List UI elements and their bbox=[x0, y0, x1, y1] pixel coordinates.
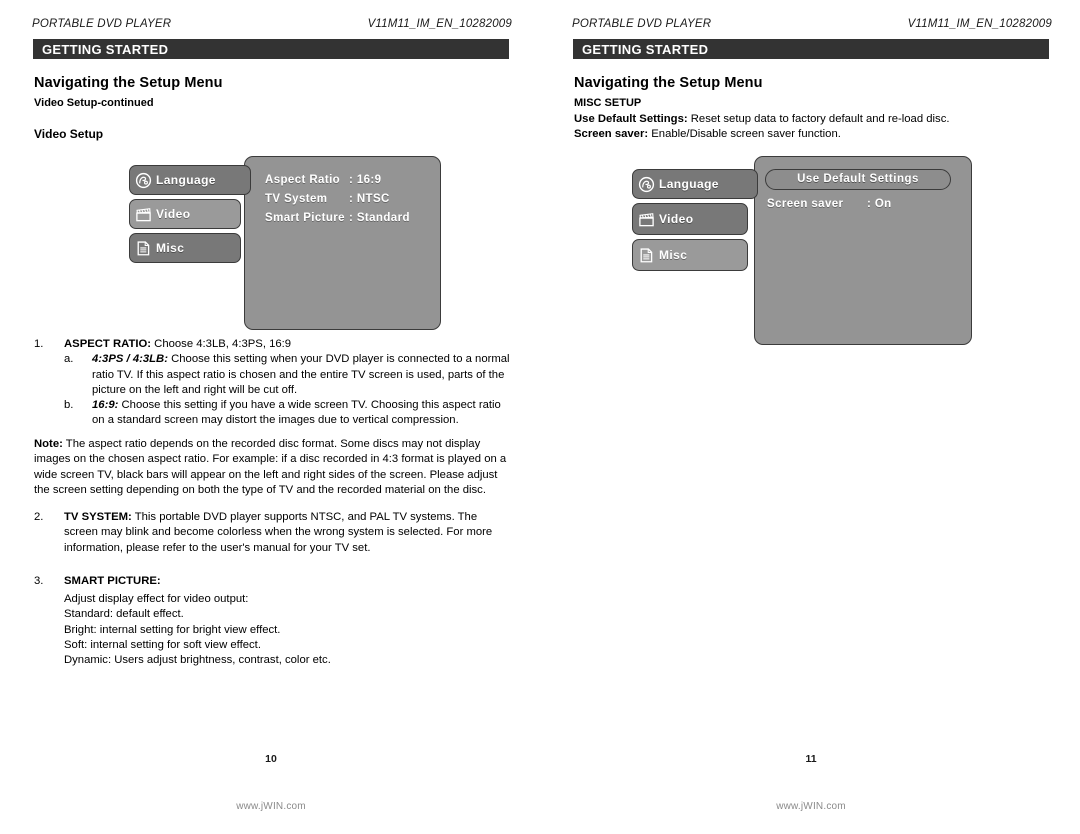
list-marker: 1. bbox=[34, 338, 44, 350]
detail-line: Bright: internal setting for bright view… bbox=[64, 623, 281, 636]
list-item: 3. SMART PICTURE: bbox=[34, 574, 510, 589]
line-text: Enable/Disable screen saver function. bbox=[648, 128, 841, 140]
list-marker: b. bbox=[64, 399, 74, 412]
osd-tab-video: Video bbox=[129, 199, 241, 229]
running-head: PORTABLE DVD PLAYER V11M11_IM_EN_1028200… bbox=[32, 18, 512, 32]
list-item: 2. TV SYSTEM: This portable DVD player su… bbox=[34, 510, 510, 556]
osd-row-key: Aspect Ratio bbox=[265, 174, 341, 186]
document-icon bbox=[135, 240, 152, 257]
detail-line: Standard: default effect. bbox=[64, 608, 184, 621]
smart-picture-details: Adjust display effect for video output: … bbox=[64, 592, 510, 668]
page-subtitle: Video Setup-continued bbox=[34, 97, 154, 109]
running-head-right: V11M11_IM_EN_10282009 bbox=[367, 18, 512, 30]
osd-row-value: : On bbox=[867, 198, 892, 210]
osd-tab-label: Language bbox=[156, 173, 216, 187]
osd-tab-language: Language bbox=[129, 165, 251, 195]
osd-tab-label: Misc bbox=[156, 241, 185, 255]
page-subtitle: MISC SETUP bbox=[574, 97, 642, 109]
list-item-italic: 16:9: bbox=[92, 399, 119, 412]
osd-tab-label: Misc bbox=[659, 248, 688, 262]
list-item-text: Choose this setting if you have a wide s… bbox=[92, 399, 501, 427]
screen-saver-description: Screen saver: Enable/Disable screen save… bbox=[574, 127, 841, 142]
running-head-left: PORTABLE DVD PLAYER bbox=[572, 18, 712, 30]
note-paragraph: Note: The aspect ratio depends on the re… bbox=[34, 437, 510, 498]
section-bar-label: GETTING STARTED bbox=[42, 42, 169, 57]
osd-row: Screen saver : On bbox=[767, 198, 892, 210]
osd-tab-misc: Misc bbox=[129, 233, 241, 263]
osd-tab-video: Video bbox=[632, 203, 748, 235]
page-title: Navigating the Setup Menu bbox=[34, 75, 223, 91]
list-marker: a. bbox=[64, 353, 74, 366]
osd-row: Aspect Ratio : 16:9 bbox=[265, 171, 410, 190]
osd-row-list: Aspect Ratio : 16:9 TV System : NTSC Smart… bbox=[265, 171, 410, 228]
list-item-bold: TV SYSTEM: bbox=[64, 511, 132, 523]
clapperboard-icon bbox=[638, 211, 655, 228]
line-text: Reset setup data to factory default and … bbox=[687, 113, 950, 125]
list-marker: 2. bbox=[34, 511, 44, 523]
detail-line: Adjust display effect for video output: bbox=[64, 593, 249, 605]
site-footer: www.jWIN.com bbox=[776, 801, 846, 812]
list-item-italic: 4:3PS / 4:3LB: bbox=[92, 353, 168, 366]
osd-row: TV System : NTSC bbox=[265, 190, 410, 209]
osd-highlight-use-default-settings: Use Default Settings bbox=[765, 169, 951, 190]
list-item-text: Choose 4:3LB, 4:3PS, 16:9 bbox=[151, 338, 292, 350]
list-item: b. 16:9: Choose this setting if you have … bbox=[34, 398, 510, 429]
note-label: Note: bbox=[34, 438, 63, 450]
section-bar: GETTING STARTED bbox=[572, 38, 1050, 60]
osd-tab-label: Video bbox=[156, 207, 191, 221]
note-text: The aspect ratio depends on the recorded… bbox=[34, 438, 507, 496]
page-left: PORTABLE DVD PLAYER V11M11_IM_EN_1028200… bbox=[0, 0, 540, 834]
list-item-bold: SMART PICTURE: bbox=[64, 575, 161, 587]
page-title: Navigating the Setup Menu bbox=[574, 75, 763, 91]
running-head-right: V11M11_IM_EN_10282009 bbox=[907, 18, 1052, 30]
list-item-tv-system: 2. TV SYSTEM: This portable DVD player su… bbox=[34, 510, 510, 556]
osd-tab-label: Language bbox=[659, 177, 719, 191]
site-footer: www.jWIN.com bbox=[236, 801, 306, 812]
osd-row-value: : Standard bbox=[349, 212, 410, 224]
detail-line: Soft: internal setting for soft view eff… bbox=[64, 638, 261, 651]
osd-row-key: Screen saver bbox=[767, 198, 844, 210]
page-number: 11 bbox=[805, 753, 817, 765]
list-marker: 3. bbox=[34, 575, 44, 587]
running-head-left: PORTABLE DVD PLAYER bbox=[32, 18, 172, 30]
globe-disc-icon bbox=[135, 172, 152, 189]
section-bar-label: GETTING STARTED bbox=[582, 42, 709, 57]
osd-tab-label: Video bbox=[659, 212, 694, 226]
detail-line: Dynamic: Users adjust brightness, contra… bbox=[64, 654, 331, 667]
osd-row-value: : NTSC bbox=[349, 193, 390, 205]
page-number: 10 bbox=[265, 753, 277, 765]
running-head: PORTABLE DVD PLAYER V11M11_IM_EN_1028200… bbox=[572, 18, 1052, 32]
osd-row-key: Smart Picture bbox=[265, 212, 345, 224]
section-bar: GETTING STARTED bbox=[32, 38, 510, 60]
osd-menu-video-setup: Aspect Ratio : 16:9 TV System : NTSC Smart… bbox=[129, 155, 441, 330]
list-item: a. 4:3PS / 4:3LB: Choose this setting whe… bbox=[34, 352, 510, 398]
section-heading-video-setup: Video Setup bbox=[34, 127, 104, 141]
globe-disc-icon bbox=[638, 176, 655, 193]
osd-row-value: : 16:9 bbox=[349, 174, 382, 186]
line-label: Screen saver: bbox=[574, 128, 649, 140]
document-icon bbox=[638, 247, 655, 264]
list-item-smart-picture: 3. SMART PICTURE: bbox=[34, 574, 510, 589]
osd-panel: Aspect Ratio : 16:9 TV System : NTSC Smart… bbox=[244, 156, 441, 330]
osd-menu-misc-setup: Use Default Settings Screen saver : On La… bbox=[632, 155, 972, 345]
osd-row-key: TV System bbox=[265, 193, 328, 205]
list-item-aspect-ratio: 1. ASPECT RATIO: Choose 4:3LB, 4:3PS, 16:… bbox=[34, 337, 510, 429]
page-right: PORTABLE DVD PLAYER V11M11_IM_EN_1028200… bbox=[540, 0, 1080, 834]
osd-row: Smart Picture : Standard bbox=[265, 209, 410, 228]
list-item: 1. ASPECT RATIO: Choose 4:3LB, 4:3PS, 16:… bbox=[34, 337, 510, 352]
osd-tab-misc: Misc bbox=[632, 239, 748, 271]
osd-panel: Use Default Settings Screen saver : On bbox=[754, 156, 972, 345]
clapperboard-icon bbox=[135, 206, 152, 223]
line-label: Use Default Settings: bbox=[574, 113, 688, 125]
osd-tab-language: Language bbox=[632, 169, 758, 199]
use-default-settings-description: Use Default Settings: Reset setup data t… bbox=[574, 112, 950, 127]
list-item-bold: ASPECT RATIO: bbox=[64, 338, 152, 350]
